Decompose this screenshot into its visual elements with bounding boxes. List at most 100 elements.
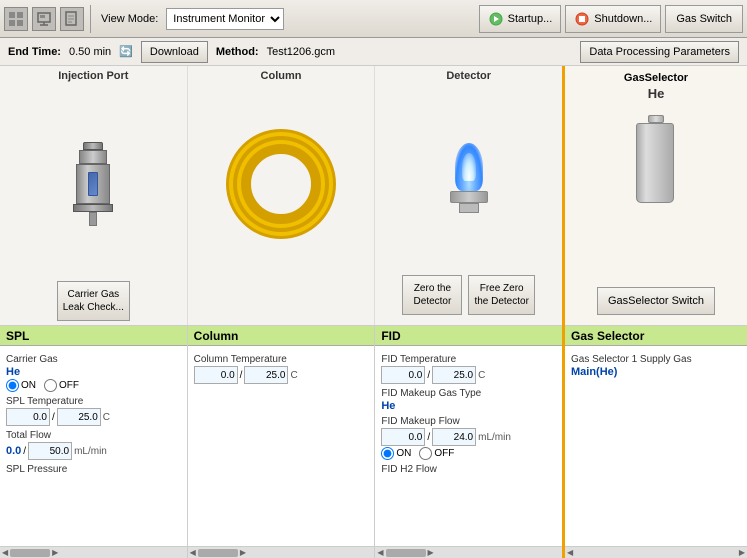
end-time-value: 0.50 min: [69, 46, 111, 58]
makeup-flow-off[interactable]: OFF: [419, 447, 454, 460]
gas-selector-hscroll[interactable]: ◀ ▶: [565, 546, 747, 558]
fid-scroll-right[interactable]: ▶: [428, 548, 434, 557]
fid-temp-row: / C: [381, 366, 556, 384]
makeup-gas-label: FID Makeup Gas Type: [381, 388, 556, 399]
makeup-flow-switch: ON OFF: [381, 447, 556, 460]
column-temp-unit: C: [290, 370, 297, 381]
makeup-flow-on[interactable]: ON: [381, 447, 411, 460]
gs-scroll-left[interactable]: ◀: [567, 548, 573, 557]
supply-gas-value: Main(He): [571, 366, 741, 378]
makeup-flow-unit: mL/min: [478, 432, 511, 443]
column-temp-label: Column Temperature: [194, 354, 369, 365]
gas-selector-column: GasSelector He GasSelector Switch Gas Se…: [562, 66, 747, 558]
total-flow-label: Total Flow: [6, 430, 181, 441]
fid-temp-label: FID Temperature: [381, 354, 556, 365]
gas-symbol: He: [648, 86, 665, 101]
fid-scroll-thumb[interactable]: [386, 549, 426, 557]
free-zero-detector-button[interactable]: Free Zero the Detector: [468, 275, 534, 315]
makeup-flow-label: FID Makeup Flow: [381, 416, 556, 427]
carrier-gas-off[interactable]: OFF: [44, 379, 79, 392]
column-header: Column: [188, 326, 375, 346]
spl-scroll-left[interactable]: ◀: [2, 548, 8, 557]
spl-pressure-label: SPL Pressure: [6, 464, 181, 475]
carrier-gas-leak-check-button[interactable]: Carrier Gas Leak Check...: [57, 281, 130, 321]
column-temp-row: / C: [194, 366, 369, 384]
makeup-gas-value: He: [381, 400, 556, 412]
gas-selector-switch-button[interactable]: GasSelector Switch: [597, 287, 715, 315]
total-flow-row: 0.0 / mL/min: [6, 442, 181, 460]
startup-button[interactable]: Startup...: [479, 5, 562, 33]
makeup-flow-sep: /: [427, 432, 430, 443]
zero-detector-button[interactable]: Zero the Detector: [402, 275, 462, 315]
gas-switch-button[interactable]: Gas Switch: [665, 5, 743, 33]
spl-temp-row: 0.0 / 25.0 C: [6, 408, 181, 426]
download-button[interactable]: Download: [141, 41, 208, 63]
column-panel: Column Column Temperature / C ◀ ▶: [188, 326, 376, 558]
detector-image: [377, 86, 560, 269]
spl-temp-set[interactable]: 25.0: [57, 408, 101, 426]
makeup-flow-current[interactable]: [381, 428, 425, 446]
fid-temp-sep: /: [427, 370, 430, 381]
column-scroll-left[interactable]: ◀: [190, 548, 196, 557]
gs-scroll-right[interactable]: ▶: [739, 548, 745, 557]
gas-selector-panel-content: Gas Selector 1 Supply Gas Main(He): [565, 346, 747, 546]
column-hscroll[interactable]: ◀ ▶: [188, 546, 375, 558]
total-flow-unit: mL/min: [74, 446, 107, 457]
spl-hscroll[interactable]: ◀ ▶: [0, 546, 187, 558]
spl-header: SPL: [0, 326, 187, 346]
method-label: Method:: [216, 46, 259, 58]
column-temp-set[interactable]: [244, 366, 288, 384]
fid-hscroll[interactable]: ◀ ▶: [375, 546, 562, 558]
fid-header: FID: [375, 326, 562, 346]
carrier-gas-value: He: [6, 366, 181, 378]
column-image: [190, 86, 373, 281]
column-temp-current[interactable]: [194, 366, 238, 384]
makeup-flow-row: / mL/min: [381, 428, 556, 446]
carrier-gas-on[interactable]: ON: [6, 379, 36, 392]
bottom-panels: SPL Carrier Gas He ON OFF SPL: [0, 326, 562, 558]
toolbar-icon-3[interactable]: [60, 7, 84, 31]
info-bar: End Time: 0.50 min 🔄 Download Method: Te…: [0, 38, 747, 66]
total-flow-sep: /: [23, 446, 26, 457]
toolbar-icon-1[interactable]: [4, 7, 28, 31]
column-content: Column Temperature / C: [188, 346, 375, 546]
fid-temp-current[interactable]: [381, 366, 425, 384]
spl-temp-unit: C: [103, 412, 110, 423]
makeup-flow-set[interactable]: [432, 428, 476, 446]
method-value: Test1206.gcm: [267, 46, 335, 58]
column-temp-sep: /: [240, 370, 243, 381]
fid-temp-set[interactable]: [432, 366, 476, 384]
spl-content: Carrier Gas He ON OFF SPL Temperature: [0, 346, 187, 546]
h2-flow-label: FID H2 Flow: [381, 464, 556, 475]
spl-temp-sep: /: [52, 412, 55, 423]
column-col: Column: [188, 66, 376, 325]
total-flow-set[interactable]: [28, 442, 72, 460]
fid-scroll-left[interactable]: ◀: [377, 548, 383, 557]
view-mode-label: View Mode:: [101, 13, 158, 25]
data-processing-button[interactable]: Data Processing Parameters: [580, 41, 739, 63]
column-scroll-thumb[interactable]: [198, 549, 238, 557]
spl-temp-current[interactable]: 0.0: [6, 408, 50, 426]
column-scroll-right[interactable]: ▶: [240, 548, 246, 557]
diagram-section: Injection Port Carrier Gas Leak Check...: [0, 66, 562, 326]
toolbar-icon-2[interactable]: [32, 7, 56, 31]
detector-col: Detector Zero the Detector Free Zero the…: [375, 66, 562, 325]
gas-cylinder-visual: [636, 115, 676, 205]
fid-temp-unit: C: [478, 370, 485, 381]
shutdown-button[interactable]: Shutdown...: [565, 5, 661, 33]
instrument-area: Injection Port Carrier Gas Leak Check...: [0, 66, 562, 558]
spl-scroll-right[interactable]: ▶: [52, 548, 58, 557]
gas-selector-diagram: GasSelector He GasSelector Switch: [565, 66, 747, 326]
gas-selector-panel: Gas Selector Gas Selector 1 Supply Gas M…: [565, 326, 747, 558]
carrier-gas-label: Carrier Gas: [6, 354, 181, 365]
view-mode-select[interactable]: Instrument Monitor: [166, 8, 284, 30]
injection-port-image: [2, 86, 185, 281]
spl-panel: SPL Carrier Gas He ON OFF SPL: [0, 326, 188, 558]
total-flow-current: 0.0: [6, 445, 21, 457]
toolbar: View Mode: Instrument Monitor Startup...…: [0, 0, 747, 38]
fid-panel: FID FID Temperature / C FID Makeup Gas T…: [375, 326, 562, 558]
injection-port-col: Injection Port Carrier Gas Leak Check...: [0, 66, 188, 325]
supply-gas-label: Gas Selector 1 Supply Gas: [571, 354, 741, 365]
injection-port-title: Injection Port: [58, 70, 128, 82]
spl-scroll-thumb[interactable]: [10, 549, 50, 557]
